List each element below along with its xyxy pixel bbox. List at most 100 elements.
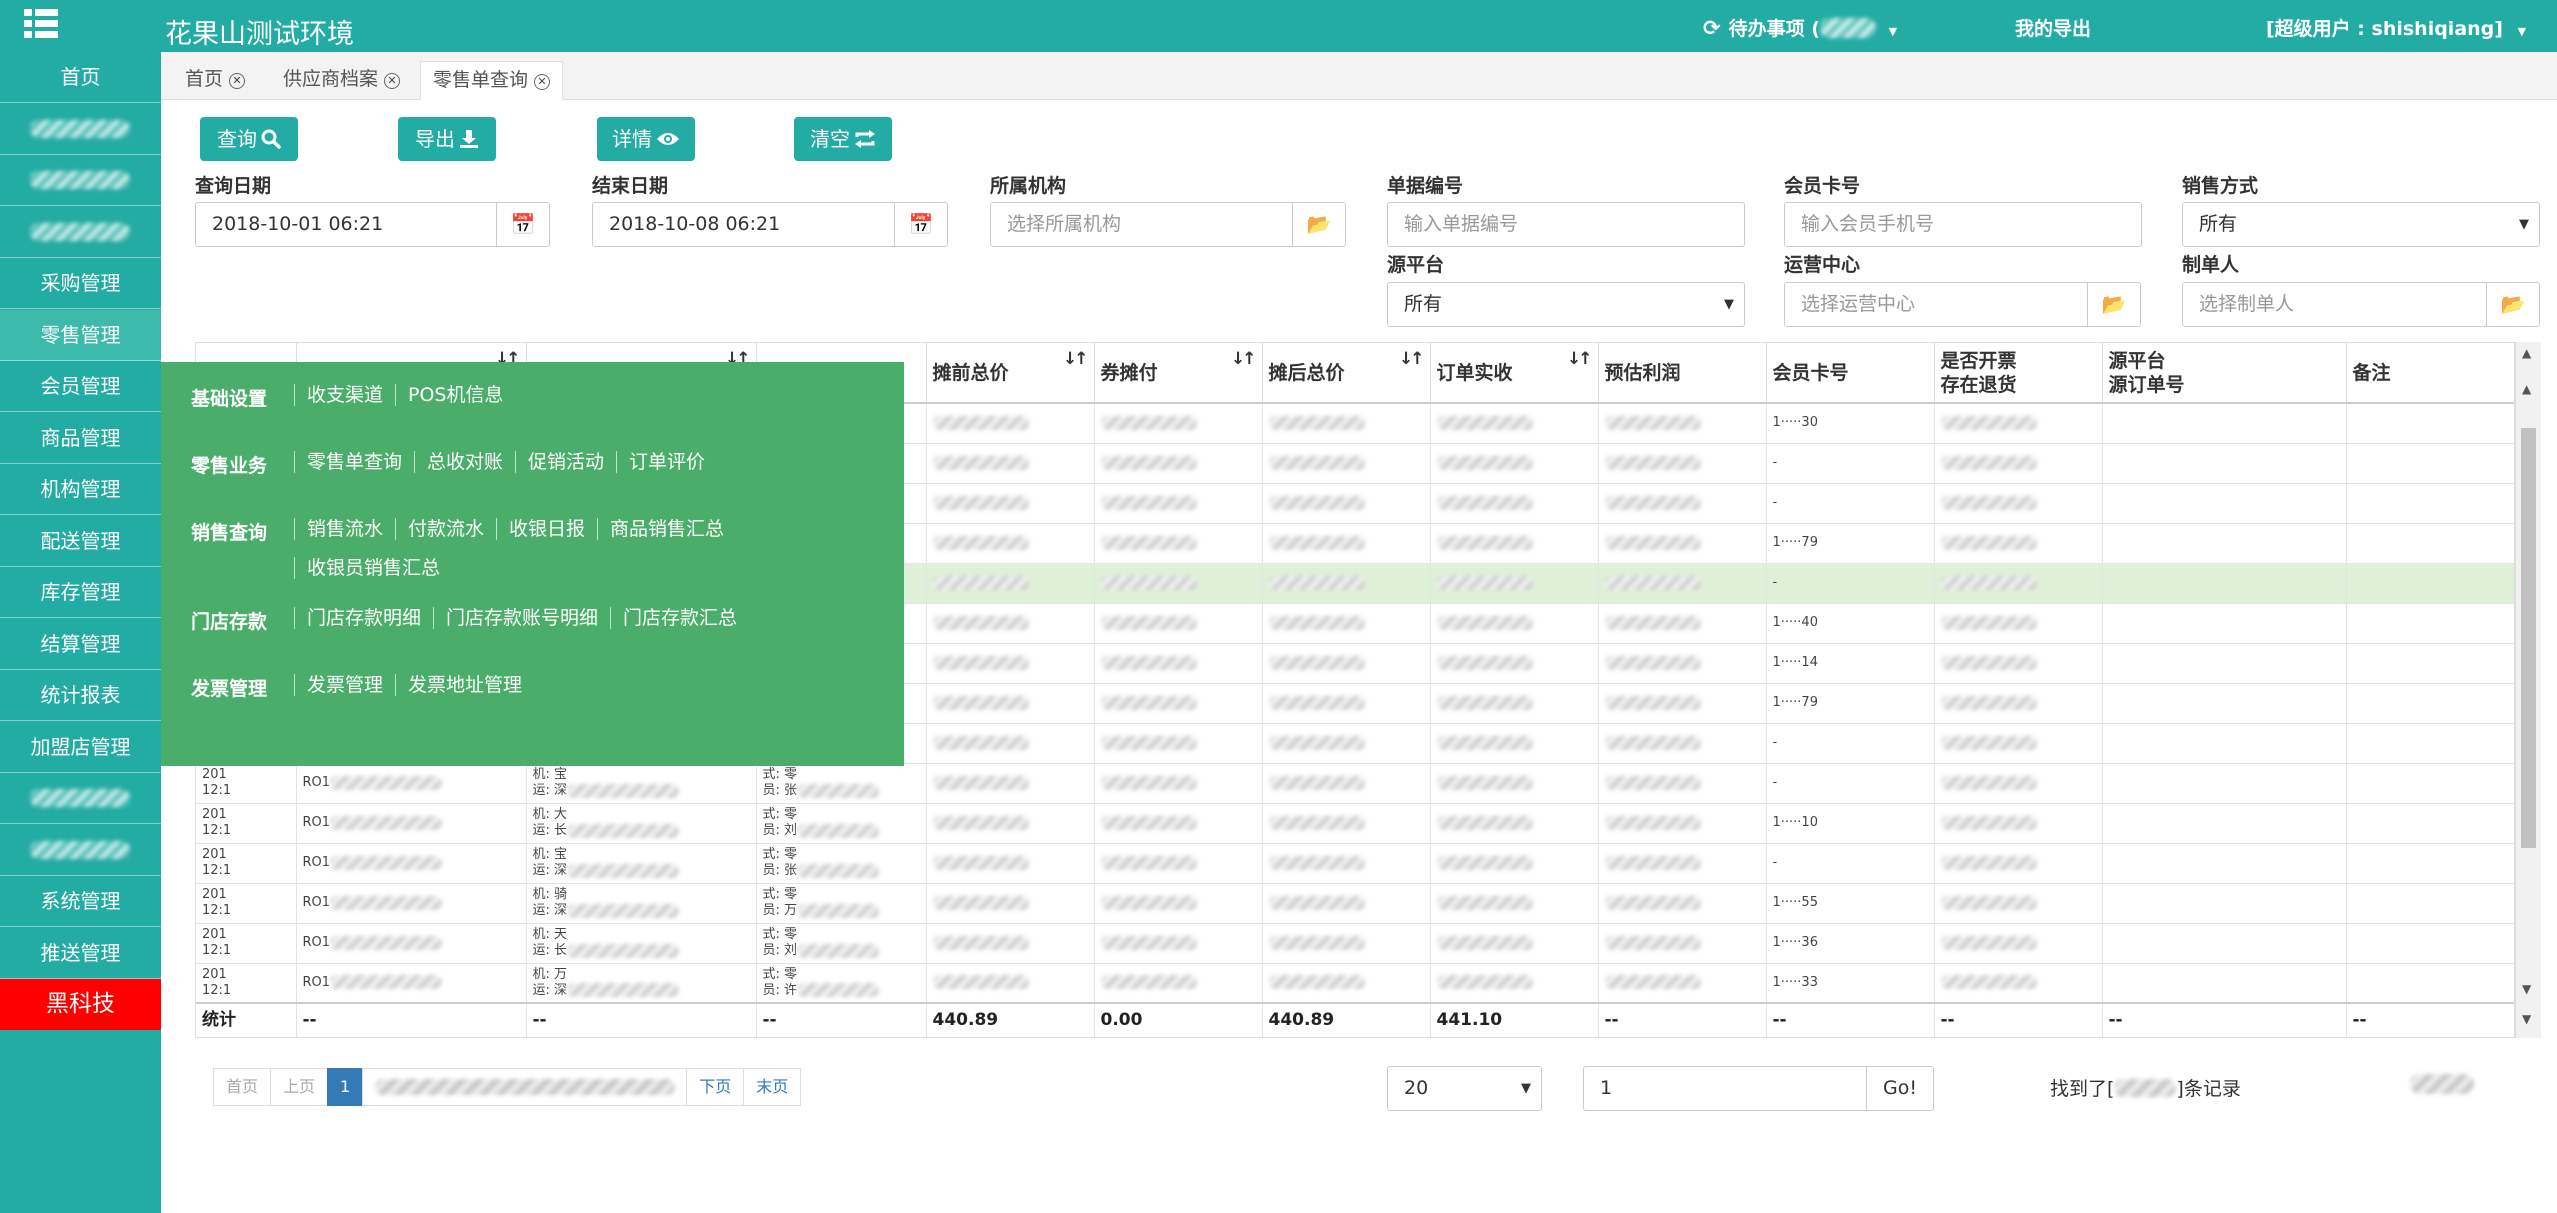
sort-icon[interactable]: ↓↑ bbox=[1231, 347, 1256, 371]
mega-menu-link[interactable]: 商品销售汇总 bbox=[597, 518, 736, 540]
sidebar-item-16[interactable]: 系统管理 bbox=[0, 876, 161, 927]
mega-menu-link[interactable]: 收支渠道 bbox=[294, 384, 395, 406]
sidebar-item-10[interactable]: 库存管理 bbox=[0, 567, 161, 618]
table-cell bbox=[2346, 443, 2514, 484]
table-row[interactable]: 201 12:1 RO1 机: 宝 运: 深式: 零 员: 张 - bbox=[196, 843, 2514, 884]
calendar-button[interactable]: 📅 bbox=[894, 202, 948, 247]
page-size-select[interactable]: 20 ▼ bbox=[1387, 1066, 1542, 1111]
sort-icon[interactable]: ↓↑ bbox=[1063, 347, 1088, 371]
close-icon[interactable]: ✕ bbox=[384, 73, 401, 89]
column-header[interactable]: 摊前总价 ↓↑ bbox=[926, 343, 1095, 404]
scroll-up-icon[interactable]: ▲ bbox=[2522, 346, 2531, 360]
sidebar-item-13[interactable]: 加盟店管理 bbox=[0, 722, 161, 773]
sort-icon[interactable]: ↓↑ bbox=[1399, 347, 1424, 371]
order-no-input[interactable]: 输入单据编号 bbox=[1387, 202, 1745, 247]
mega-menu-link[interactable]: 发票管理 bbox=[294, 674, 395, 696]
sidebar-item-redacted[interactable] bbox=[0, 773, 161, 824]
member-card-input[interactable]: 输入会员手机号 bbox=[1784, 202, 2142, 247]
mega-menu-link[interactable]: 销售流水 bbox=[294, 518, 395, 540]
detail-button[interactable]: 详情 bbox=[597, 117, 695, 161]
column-header[interactable]: 摊后总价 ↓↑ bbox=[1262, 343, 1431, 404]
sidebar-item-6[interactable]: 会员管理 bbox=[0, 361, 161, 412]
table-row[interactable]: 201 12:1 RO1 机: 骑 运: 深式: 零 员: 万 1·····55 bbox=[196, 883, 2514, 924]
go-button[interactable]: Go! bbox=[1866, 1066, 1934, 1111]
mega-menu-link[interactable]: 收银日报 bbox=[496, 518, 597, 540]
user-menu[interactable]: [超级用户 : shishiqiang] ▼ bbox=[2266, 14, 2526, 41]
column-header: 预估利润 bbox=[1598, 343, 1767, 404]
source-platform-select[interactable]: 所有 ▼ bbox=[1387, 282, 1745, 327]
table-vertical-scrollbar[interactable]: ▲ ▲ ▼ ▼ bbox=[2515, 342, 2541, 1038]
mega-menu-link[interactable]: 付款流水 bbox=[395, 518, 496, 540]
sidebar-item-7[interactable]: 商品管理 bbox=[0, 413, 161, 464]
next-page-button[interactable]: 下页 bbox=[686, 1068, 745, 1106]
mega-menu-link[interactable]: 门店存款账号明细 bbox=[433, 607, 610, 629]
folder-open-icon: 📂 bbox=[1306, 212, 1332, 236]
scroll-up-icon[interactable]: ▲ bbox=[2522, 382, 2531, 396]
sidebar-item-redacted[interactable] bbox=[0, 825, 161, 876]
ops-center-picker-button[interactable]: 📂 bbox=[2087, 282, 2141, 327]
sidebar-item-5[interactable]: 零售管理 bbox=[0, 309, 161, 361]
sidebar-item-redacted[interactable] bbox=[0, 155, 161, 206]
scroll-down-icon[interactable]: ▼ bbox=[2522, 982, 2531, 996]
mega-menu-link[interactable]: 总收对账 bbox=[414, 451, 515, 473]
goto-page-input[interactable]: 1 bbox=[1583, 1066, 1868, 1111]
clear-button[interactable]: 清空 bbox=[794, 117, 892, 161]
mega-menu-link[interactable]: 门店存款汇总 bbox=[610, 607, 749, 629]
query-button[interactable]: 查询 bbox=[200, 117, 298, 161]
calendar-button[interactable]: 📅 bbox=[496, 202, 550, 247]
menu-grid-icon[interactable] bbox=[24, 9, 58, 39]
sort-icon[interactable]: ↓↑ bbox=[1567, 347, 1592, 371]
mega-menu-link[interactable]: 零售单查询 bbox=[294, 451, 414, 473]
table-row[interactable]: 201 12:1 RO1 机: 宝 运: 深式: 零 员: 张 - bbox=[196, 763, 2514, 804]
table-cell bbox=[1934, 483, 2103, 524]
last-page-button[interactable]: 末页 bbox=[743, 1068, 802, 1106]
table-row[interactable]: 201 12:1 RO1 机: 大 运: 长式: 零 员: 刘 1·····10 bbox=[196, 803, 2514, 844]
sidebar-item-9[interactable]: 配送管理 bbox=[0, 516, 161, 567]
table-cell: - bbox=[1766, 443, 1935, 484]
scroll-thumb[interactable] bbox=[2521, 428, 2536, 848]
tab-retail-order-query[interactable]: 零售单查询 ✕ bbox=[420, 61, 564, 100]
sidebar-item-redacted[interactable] bbox=[0, 104, 161, 155]
creator-picker-button[interactable]: 📂 bbox=[2486, 282, 2540, 327]
tab-home[interactable]: 首页 ✕ bbox=[173, 61, 257, 100]
sidebar-item-17[interactable]: 推送管理 bbox=[0, 928, 161, 979]
sidebar-item-18[interactable]: 黑科技 bbox=[0, 979, 161, 1030]
todo-menu[interactable]: ⟳ 待办事项 ( ▼ bbox=[1703, 14, 1897, 41]
my-export-link[interactable]: 我的导出 bbox=[2015, 14, 2091, 41]
sidebar-item-4[interactable]: 采购管理 bbox=[0, 258, 161, 309]
prev-page-button[interactable]: 上页 bbox=[270, 1068, 329, 1106]
sidebar-item-0[interactable]: 首页 bbox=[0, 52, 161, 103]
end-date-input[interactable]: 2018-10-08 06:21 bbox=[592, 202, 897, 247]
ops-center-input[interactable]: 选择运营中心 bbox=[1784, 282, 2089, 327]
close-icon[interactable]: ✕ bbox=[229, 73, 246, 89]
table-cell bbox=[1598, 443, 1767, 484]
table-row[interactable]: 201 12:1 RO1 机: 万 运: 深式: 零 员: 许 1·····33 bbox=[196, 963, 2514, 1004]
sidebar-item-12[interactable]: 统计报表 bbox=[0, 670, 161, 721]
org-input[interactable]: 选择所属机构 bbox=[990, 202, 1295, 247]
export-button[interactable]: 导出 bbox=[398, 117, 496, 161]
sale-mode-select[interactable]: 所有 ▼ bbox=[2182, 202, 2540, 247]
summary-cell: 440.89 bbox=[1262, 1002, 1431, 1037]
sidebar-item-redacted[interactable] bbox=[0, 207, 161, 258]
scroll-down-icon[interactable]: ▼ bbox=[2522, 1012, 2531, 1026]
start-date-input[interactable]: 2018-10-01 06:21 bbox=[195, 202, 500, 247]
mega-menu-link[interactable]: 门店存款明细 bbox=[294, 607, 433, 629]
table-row[interactable]: 201 12:1 RO1 机: 天 运: 长式: 零 员: 刘 1·····36 bbox=[196, 923, 2514, 964]
search-icon bbox=[261, 129, 281, 149]
page-1-button[interactable]: 1 bbox=[327, 1068, 364, 1106]
first-page-button[interactable]: 首页 bbox=[213, 1068, 272, 1106]
mega-menu-link[interactable]: 发票地址管理 bbox=[395, 674, 534, 696]
sidebar-item-8[interactable]: 机构管理 bbox=[0, 464, 161, 515]
mega-menu-link[interactable]: 订单评价 bbox=[616, 451, 717, 473]
org-picker-button[interactable]: 📂 bbox=[1292, 202, 1346, 247]
close-icon[interactable]: ✕ bbox=[534, 74, 551, 90]
column-header: 源平台 源订单号 bbox=[2102, 343, 2347, 404]
creator-input[interactable]: 选择制单人 bbox=[2182, 282, 2487, 327]
mega-menu-link[interactable]: POS机信息 bbox=[395, 384, 515, 406]
column-header[interactable]: 券摊付 ↓↑ bbox=[1094, 343, 1263, 404]
mega-menu-link[interactable]: 促销活动 bbox=[515, 451, 616, 473]
column-header[interactable]: 订单实收 ↓↑ bbox=[1430, 343, 1599, 404]
mega-menu-link[interactable]: 收银员销售汇总 bbox=[294, 557, 452, 579]
tab-supplier[interactable]: 供应商档案 ✕ bbox=[271, 61, 412, 100]
sidebar-item-11[interactable]: 结算管理 bbox=[0, 619, 161, 670]
